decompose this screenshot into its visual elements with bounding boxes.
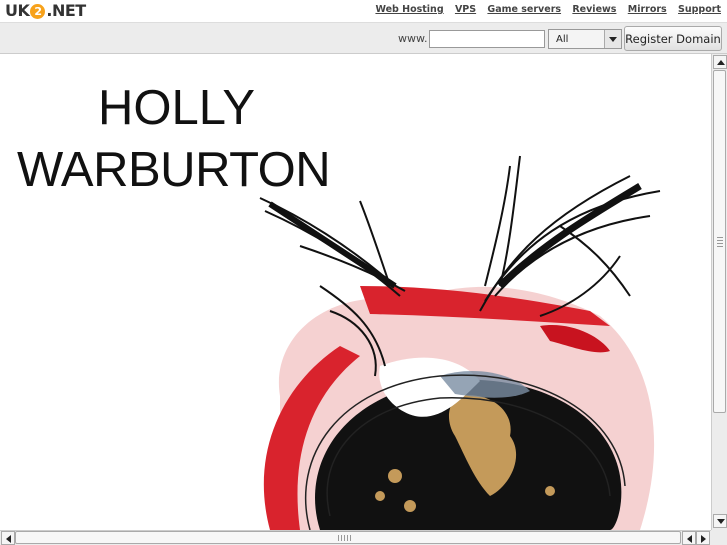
scroll-left-icon[interactable] bbox=[1, 531, 15, 545]
nav-game-servers[interactable]: Game servers bbox=[487, 4, 561, 15]
domain-input[interactable] bbox=[429, 30, 545, 48]
logo-text-net: .NET bbox=[46, 1, 86, 20]
scrollbar-corner bbox=[711, 530, 727, 545]
logo-badge: 2 bbox=[30, 4, 46, 19]
tld-select[interactable]: All bbox=[548, 29, 622, 49]
art-gold-dot-1 bbox=[388, 469, 402, 483]
nav-reviews[interactable]: Reviews bbox=[572, 4, 616, 15]
art-gold-dot-4 bbox=[545, 486, 555, 496]
art-gold-dot-2 bbox=[375, 491, 385, 501]
nav-web-hosting[interactable]: Web Hosting bbox=[375, 4, 443, 15]
scroll-right-icon[interactable] bbox=[696, 531, 710, 545]
nav-vps[interactable]: VPS bbox=[455, 4, 476, 15]
register-domain-button[interactable]: Register Domain bbox=[624, 26, 722, 51]
page-title-line1: HOLLY bbox=[98, 81, 256, 135]
top-bar: UK 2 .NET Web Hosting VPS Game servers Rev… bbox=[0, 0, 727, 22]
scroll-left-icon[interactable] bbox=[682, 531, 696, 545]
tld-select-value: All bbox=[556, 34, 569, 45]
domain-search-bar: www. All Register Domain bbox=[0, 22, 727, 54]
top-nav: Web Hosting VPS Game servers Reviews Mir… bbox=[367, 4, 721, 15]
www-prefix: www. bbox=[398, 32, 428, 45]
scroll-down-icon[interactable] bbox=[713, 514, 727, 528]
nav-mirrors[interactable]: Mirrors bbox=[628, 4, 667, 15]
site-logo[interactable]: UK 2 .NET bbox=[5, 1, 86, 21]
nav-support[interactable]: Support bbox=[678, 4, 721, 15]
grip-icon bbox=[717, 237, 723, 247]
horizontal-scroll-thumb[interactable] bbox=[15, 531, 681, 544]
chevron-down-icon[interactable] bbox=[604, 30, 621, 48]
grip-icon bbox=[338, 535, 352, 541]
artwork-image bbox=[259, 155, 661, 530]
vertical-scroll-thumb[interactable] bbox=[713, 70, 726, 413]
page-content: HOLLY WARBURTON bbox=[0, 54, 711, 530]
logo-text-uk: UK bbox=[5, 1, 30, 20]
vertical-scrollbar[interactable] bbox=[711, 54, 727, 530]
horizontal-scrollbar[interactable] bbox=[0, 530, 711, 545]
art-gold-dot-3 bbox=[404, 500, 416, 512]
scroll-up-icon[interactable] bbox=[713, 55, 727, 69]
